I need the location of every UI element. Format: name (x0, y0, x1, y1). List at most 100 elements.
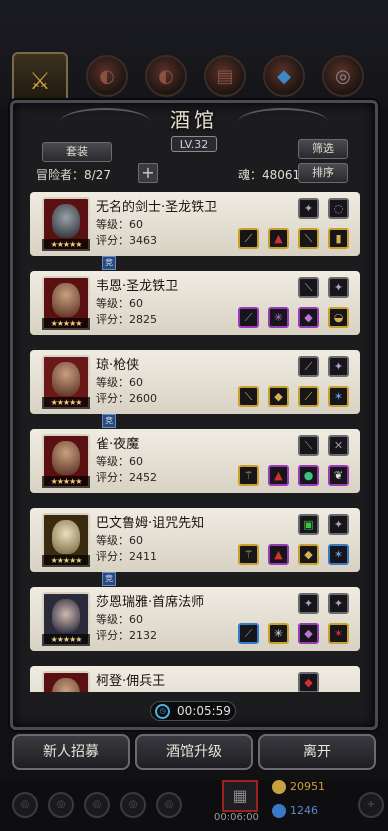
hero-card[interactable]: ★★★★★ 莎恩瑞雅·首席法师 等级：60 评分：2132 ✦ ✦ ⟋ ✳ ◆ … (30, 587, 360, 651)
accessory-icon[interactable]: ▣ (298, 514, 319, 535)
hero-list[interactable]: ★★★★★ 无名的剑士·圣龙铁卫 等级：60 评分：3463 ✦ ◌ ⟋ ▲ ⟍… (30, 192, 360, 692)
weapon-icon[interactable]: ⟋ (238, 228, 259, 249)
accessory-icon[interactable]: ◆ (298, 672, 319, 692)
hero-score: 评分：2825 (96, 313, 157, 326)
ring-icon[interactable]: ✦ (328, 277, 349, 298)
hero-score: 评分：2132 (96, 629, 157, 642)
weapon-icon[interactable]: ⟋ (238, 623, 259, 644)
weapon-icon[interactable]: ⚚ (238, 465, 259, 486)
gold-coin-icon (272, 780, 286, 794)
leave-button[interactable]: 离开 (258, 734, 376, 770)
bond-badge: 竞 (102, 414, 116, 428)
footer-slot-icon[interactable]: ◎ (156, 792, 182, 818)
hero-card[interactable]: ★★★★★ 韦恩·圣龙铁卫 等级：60 评分：2825 ⟍ ✦ ⟋ ✳ ◆ ◒ (30, 271, 360, 335)
gem-icon (272, 804, 286, 818)
boots-icon[interactable]: ▮ (328, 228, 349, 249)
soul-count: 魂：48061 (238, 168, 301, 182)
page-title: 酒馆 (170, 108, 218, 132)
ring-icon[interactable]: ✦ (328, 356, 349, 377)
hero-name: 琼·枪侠 (96, 358, 140, 373)
hero-level: 等级：60 (96, 376, 143, 389)
boots-icon[interactable]: ◒ (328, 307, 349, 328)
ring-icon[interactable]: ✦ (328, 593, 349, 614)
accessory-icon[interactable]: ✦ (298, 198, 319, 219)
armor-icon[interactable]: ● (298, 465, 319, 486)
hero-name: 莎恩瑞雅·首席法师 (96, 595, 205, 610)
star-rating: ★★★★★ (42, 239, 90, 251)
helmet-icon[interactable]: ✳ (268, 623, 289, 644)
hero-card[interactable]: 柯登·佣兵王 ◆ (30, 666, 360, 692)
boots-icon[interactable]: ✶ (328, 386, 349, 407)
star-rating: ★★★★★ (42, 397, 90, 409)
helmet-icon[interactable]: ◆ (268, 386, 289, 407)
recruit-button[interactable]: 新人招募 (12, 734, 130, 770)
hero-name: 无名的剑士·圣龙铁卫 (96, 200, 218, 215)
gem-counter: 1246 (272, 804, 318, 818)
boots-icon[interactable]: ❦ (328, 465, 349, 486)
helmet-icon[interactable]: ▲ (268, 544, 289, 565)
weapon-icon[interactable]: ⟋ (238, 307, 259, 328)
bond-badge: 竞 (102, 572, 116, 586)
hero-name: 巴文鲁姆·诅咒先知 (96, 516, 205, 531)
hero-level: 等级：60 (96, 534, 143, 547)
footer-slot-icon[interactable]: ◎ (84, 792, 110, 818)
armor-icon[interactable]: ⟋ (298, 386, 319, 407)
helmet-icon[interactable]: ✳ (268, 307, 289, 328)
set-button[interactable]: 套装 (42, 142, 112, 162)
accessory-icon[interactable]: ✦ (298, 593, 319, 614)
boots-icon[interactable]: ✶ (328, 544, 349, 565)
accessory-icon[interactable]: ⟍ (298, 277, 319, 298)
timer-text: 00:05:59 (177, 704, 231, 718)
weapon-icon[interactable]: ⟍ (238, 386, 259, 407)
footer-slot-icon[interactable]: ◎ (120, 792, 146, 818)
star-rating: ★★★★★ (42, 476, 90, 488)
hero-level: 等级：60 (96, 455, 143, 468)
hero-score: 评分：2452 (96, 471, 157, 484)
gold-counter: 20951 (272, 780, 325, 794)
accessory-icon[interactable]: ⟍ (298, 435, 319, 456)
footer-slot-icon[interactable]: ◎ (12, 792, 38, 818)
boots-icon[interactable]: ✶ (328, 623, 349, 644)
add-slot-button[interactable]: + (138, 163, 158, 183)
ring-icon[interactable]: ✕ (328, 435, 349, 456)
hero-portrait (42, 671, 90, 692)
chest-timer: 00:06:00 (214, 812, 259, 823)
plus-icon: + (141, 163, 155, 182)
upgrade-tavern-button[interactable]: 酒馆升级 (135, 734, 253, 770)
hero-card[interactable]: ★★★★★ 巴文鲁姆·诅咒先知 等级：60 评分：2411 ▣ ✦ ⚚ ▲ ◆ … (30, 508, 360, 572)
armor-icon[interactable]: ◆ (298, 623, 319, 644)
helmet-icon[interactable]: ▲ (268, 465, 289, 486)
armor-icon[interactable]: ◆ (298, 307, 319, 328)
hero-name: 雀·夜魔 (96, 437, 140, 452)
panel-header: 酒馆 LV.32 (130, 100, 258, 152)
filter-button[interactable]: 筛选 (298, 139, 348, 159)
hero-name: 柯登·佣兵王 (96, 674, 166, 689)
hero-card[interactable]: ★★★★★ 无名的剑士·圣龙铁卫 等级：60 评分：3463 ✦ ◌ ⟋ ▲ ⟍… (30, 192, 360, 256)
slot-icon-1[interactable]: ◐ (86, 55, 128, 97)
hero-card[interactable]: ★★★★★ 雀·夜魔 等级：60 评分：2452 ⟍ ✕ ⚚ ▲ ● ❦ (30, 429, 360, 493)
hero-card[interactable]: ★★★★★ 琼·枪侠 等级：60 评分：2600 ⟋ ✦ ⟍ ◆ ⟋ ✶ (30, 350, 360, 414)
clock-icon: ◷ (155, 704, 170, 719)
bond-badge: 竞 (102, 256, 116, 270)
slot-icon-5[interactable]: ◎ (322, 55, 364, 97)
adventurer-count: 冒险者：8/27 (36, 168, 111, 182)
ring-icon[interactable]: ✦ (328, 514, 349, 535)
hero-score: 评分：3463 (96, 234, 157, 247)
add-icon[interactable]: + (358, 792, 384, 818)
armor-icon[interactable]: ◆ (298, 544, 319, 565)
sort-button[interactable]: 排序 (298, 163, 348, 183)
ring-icon[interactable]: ◌ (328, 198, 349, 219)
hero-level: 等级：60 (96, 297, 143, 310)
hero-name: 韦恩·圣龙铁卫 (96, 279, 179, 294)
slot-icon-2[interactable]: ◐ (145, 55, 187, 97)
slot-icon-3[interactable]: ▤ (204, 55, 246, 97)
weapon-icon[interactable]: ⚚ (238, 544, 259, 565)
accessory-icon[interactable]: ⟋ (298, 356, 319, 377)
refresh-timer: ◷ 00:05:59 (150, 701, 236, 721)
star-rating: ★★★★★ (42, 634, 90, 646)
slot-icon-4[interactable]: ◆ (263, 55, 305, 97)
helmet-icon[interactable]: ▲ (268, 228, 289, 249)
chest-icon[interactable]: ▦ (222, 780, 258, 812)
armor-icon[interactable]: ⟍ (298, 228, 319, 249)
footer-slot-icon[interactable]: ◎ (48, 792, 74, 818)
